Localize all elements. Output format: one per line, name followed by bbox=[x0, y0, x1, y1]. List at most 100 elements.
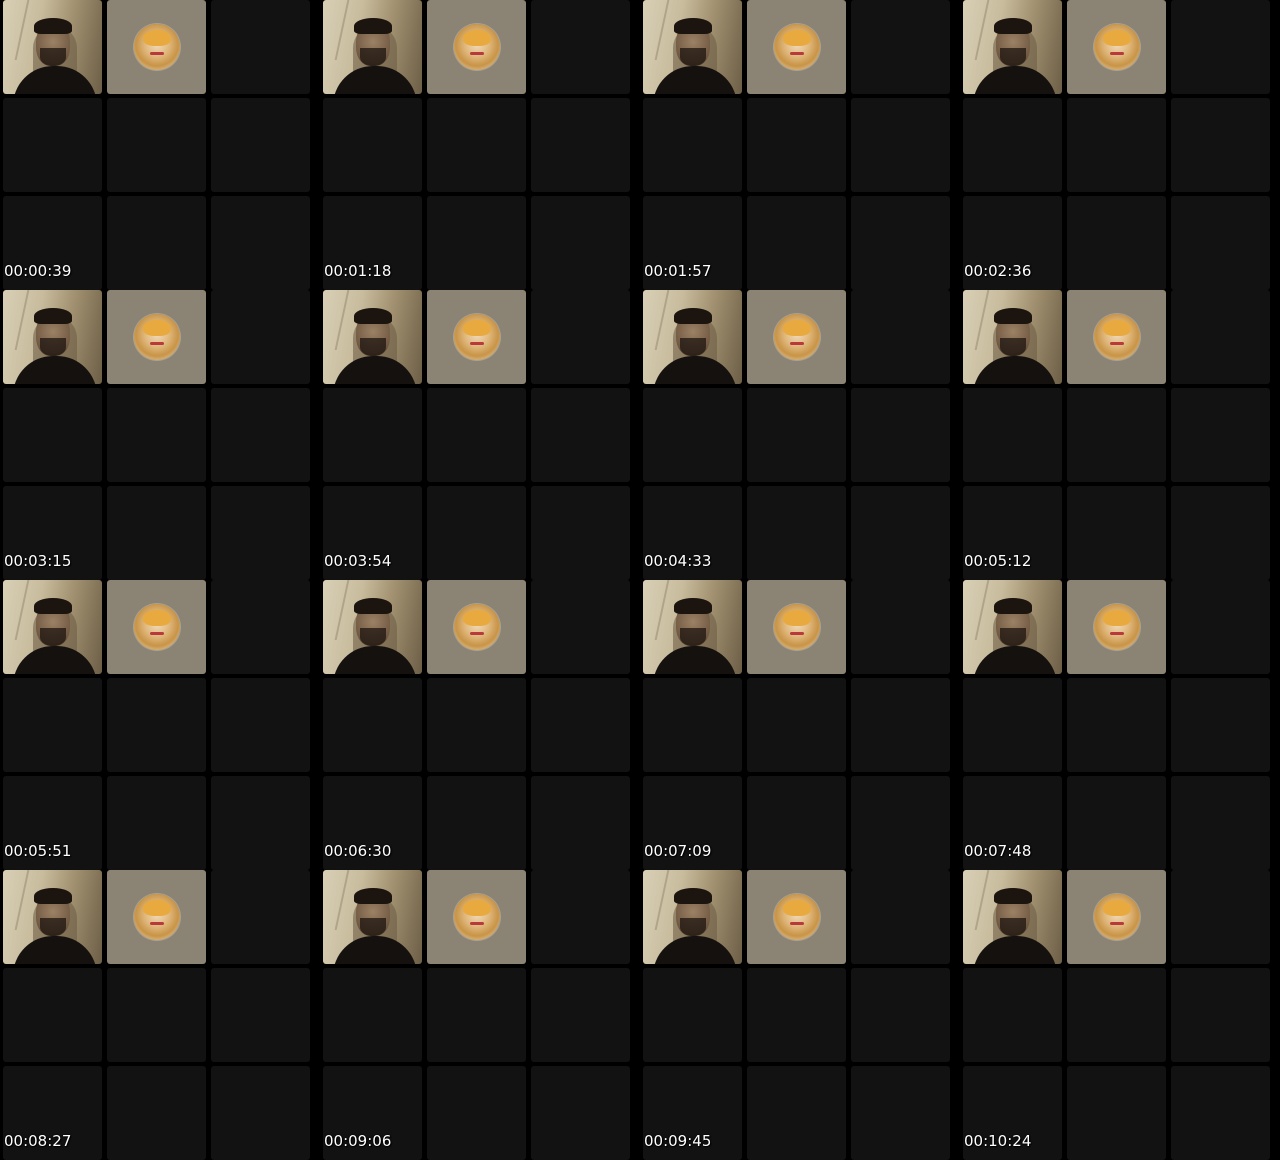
participant-avatar-icon bbox=[133, 314, 180, 360]
video-frame-part bbox=[964, 0, 990, 60]
video-thumbnail[interactable]: 00:09:06 bbox=[320, 870, 640, 1160]
empty-participant-tile bbox=[1171, 486, 1270, 580]
video-thumbnail[interactable]: 00:03:15 bbox=[0, 290, 320, 580]
meeting-tile-grid bbox=[960, 290, 1280, 580]
video-frame-part bbox=[360, 48, 386, 66]
empty-participant-tile bbox=[323, 388, 422, 482]
video-thumbnail[interactable]: 00:10:24 bbox=[960, 870, 1280, 1160]
video-thumbnail[interactable]: 00:03:54 bbox=[320, 290, 640, 580]
video-thumbnail[interactable]: 00:05:12 bbox=[960, 290, 1280, 580]
empty-participant-tile bbox=[1171, 0, 1270, 94]
participant-video-tile bbox=[643, 290, 742, 384]
participant-avatar-icon bbox=[773, 604, 820, 650]
video-frame-part bbox=[333, 646, 417, 674]
timestamp-label: 00:07:09 bbox=[644, 842, 712, 860]
empty-participant-tile bbox=[107, 388, 206, 482]
participant-avatar-icon bbox=[1093, 314, 1140, 360]
video-thumbnail[interactable]: 00:09:45 bbox=[640, 870, 960, 1160]
video-frame-part bbox=[324, 580, 350, 640]
participant-avatar-icon bbox=[773, 314, 820, 360]
video-frame-part bbox=[994, 598, 1032, 614]
empty-participant-tile bbox=[851, 196, 950, 290]
participant-avatar-icon bbox=[1093, 604, 1140, 650]
video-frame-part bbox=[40, 338, 66, 356]
video-frame-part bbox=[674, 888, 712, 904]
participant-video-tile bbox=[3, 580, 102, 674]
video-frame-part bbox=[324, 290, 350, 350]
video-thumbnail[interactable]: 00:06:30 bbox=[320, 580, 640, 870]
empty-participant-tile bbox=[851, 1066, 950, 1160]
video-frame-part bbox=[354, 888, 392, 904]
video-thumbnail[interactable]: 00:05:51 bbox=[0, 580, 320, 870]
video-frame-part bbox=[354, 598, 392, 614]
video-frame-part bbox=[354, 18, 392, 34]
empty-participant-tile bbox=[211, 486, 310, 580]
video-frame-part bbox=[13, 66, 97, 94]
video-frame-part bbox=[653, 936, 737, 964]
video-thumbnail[interactable]: 00:04:33 bbox=[640, 290, 960, 580]
empty-participant-tile bbox=[323, 98, 422, 192]
empty-participant-tile bbox=[427, 388, 526, 482]
participant-avatar-icon bbox=[773, 894, 820, 940]
empty-participant-tile bbox=[107, 776, 206, 870]
timestamp-label: 00:05:12 bbox=[964, 552, 1032, 570]
participant-avatar-icon bbox=[453, 24, 500, 70]
empty-participant-tile bbox=[107, 968, 206, 1062]
empty-participant-tile bbox=[851, 870, 950, 964]
empty-participant-tile bbox=[1171, 388, 1270, 482]
video-frame-part bbox=[994, 888, 1032, 904]
empty-participant-tile bbox=[643, 678, 742, 772]
participant-video-tile bbox=[323, 290, 422, 384]
empty-participant-tile bbox=[851, 290, 950, 384]
video-thumbnail[interactable]: 00:01:18 bbox=[320, 0, 640, 290]
participant-video-tile bbox=[963, 0, 1062, 94]
participant-video-tile bbox=[3, 0, 102, 94]
meeting-tile-grid bbox=[960, 0, 1280, 290]
empty-participant-tile bbox=[427, 678, 526, 772]
empty-participant-tile bbox=[1171, 1066, 1270, 1160]
empty-participant-tile bbox=[531, 98, 630, 192]
participant-video-tile bbox=[963, 580, 1062, 674]
empty-participant-tile bbox=[1171, 678, 1270, 772]
empty-participant-tile bbox=[323, 968, 422, 1062]
video-thumbnail[interactable]: 00:00:39 bbox=[0, 0, 320, 290]
meeting-tile-grid bbox=[0, 290, 320, 580]
empty-participant-tile bbox=[963, 98, 1062, 192]
video-thumbnail[interactable]: 00:07:09 bbox=[640, 580, 960, 870]
video-thumbnail[interactable]: 00:07:48 bbox=[960, 580, 1280, 870]
participant-avatar-icon bbox=[133, 24, 180, 70]
video-frame-part bbox=[333, 66, 417, 94]
empty-participant-tile bbox=[211, 98, 310, 192]
empty-participant-tile bbox=[531, 776, 630, 870]
empty-participant-tile bbox=[3, 968, 102, 1062]
participant-avatar-icon bbox=[453, 314, 500, 360]
empty-participant-tile bbox=[963, 678, 1062, 772]
video-thumbnail[interactable]: 00:02:36 bbox=[960, 0, 1280, 290]
empty-participant-tile bbox=[211, 0, 310, 94]
timestamp-label: 00:06:30 bbox=[324, 842, 392, 860]
video-frame-part bbox=[964, 870, 990, 930]
video-thumbnail[interactable]: 00:01:57 bbox=[640, 0, 960, 290]
participant-avatar-tile bbox=[747, 870, 846, 964]
empty-participant-tile bbox=[1171, 290, 1270, 384]
empty-participant-tile bbox=[851, 776, 950, 870]
participant-avatar-tile bbox=[107, 580, 206, 674]
empty-participant-tile bbox=[747, 486, 846, 580]
video-frame-part bbox=[680, 338, 706, 356]
meeting-tile-grid bbox=[640, 580, 960, 870]
participant-avatar-icon bbox=[133, 604, 180, 650]
empty-participant-tile bbox=[1067, 678, 1166, 772]
participant-video-tile bbox=[963, 870, 1062, 964]
video-frame-part bbox=[964, 580, 990, 640]
empty-participant-tile bbox=[107, 678, 206, 772]
empty-participant-tile bbox=[107, 196, 206, 290]
participant-avatar-tile bbox=[747, 0, 846, 94]
video-thumbnail[interactable]: 00:08:27 bbox=[0, 870, 320, 1160]
participant-avatar-tile bbox=[107, 290, 206, 384]
empty-participant-tile bbox=[747, 678, 846, 772]
empty-participant-tile bbox=[1067, 388, 1166, 482]
participant-avatar-tile bbox=[427, 0, 526, 94]
timestamp-label: 00:10:24 bbox=[964, 1132, 1032, 1150]
empty-participant-tile bbox=[531, 196, 630, 290]
video-frame-part bbox=[40, 918, 66, 936]
